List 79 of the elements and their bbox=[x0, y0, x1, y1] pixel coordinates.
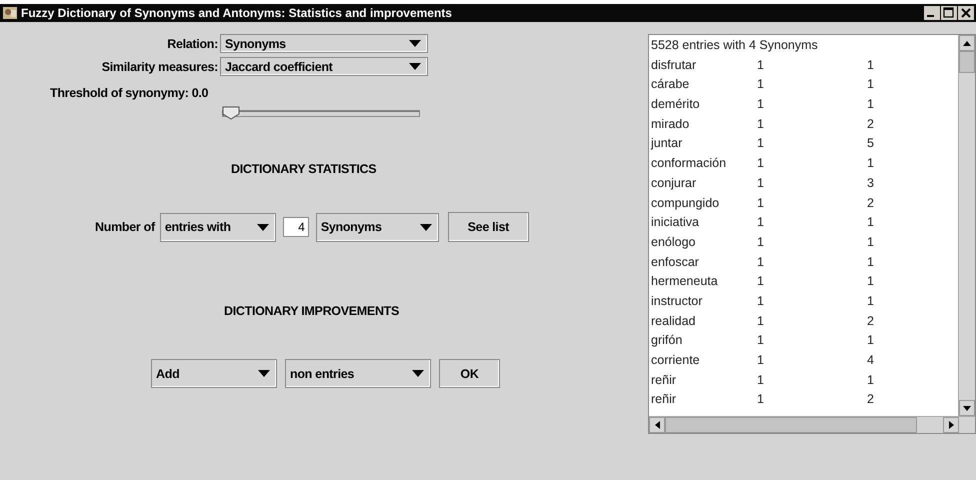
window-title: Fuzzy Dictionary of Synonyms and Antonyms: Statistics and improvements bbox=[21, 6, 453, 20]
minimize-icon[interactable] bbox=[924, 6, 940, 20]
similarity-label: Similarity measures: bbox=[102, 60, 218, 74]
count-cell-text: 2 bbox=[867, 194, 874, 212]
count-cell-text: 1 bbox=[757, 234, 765, 251]
count-cell-text: 1 bbox=[867, 96, 874, 114]
word-cell-text: iniciativa bbox=[651, 214, 700, 232]
count-cell-text: 1 bbox=[757, 155, 765, 172]
slider-thumb[interactable] bbox=[222, 106, 240, 120]
close-icon[interactable] bbox=[958, 6, 974, 20]
word-cell-text: cárabe bbox=[651, 76, 690, 94]
count-cell-text: 1 bbox=[757, 292, 765, 310]
word-cell-text: disfrutar bbox=[651, 56, 698, 74]
action-dropdown[interactable]: Add bbox=[151, 359, 277, 388]
count-field[interactable]: 4 bbox=[282, 217, 309, 237]
threshold-label: Threshold of synonymy: 0.0 bbox=[50, 86, 208, 100]
word-cell-text: enólogo bbox=[651, 234, 696, 251]
count-cell-text: 1 bbox=[757, 174, 765, 192]
count-cell-text: 1 bbox=[757, 135, 765, 152]
count-cell-text: 1 bbox=[757, 312, 765, 330]
count-cell-text: 2 bbox=[867, 391, 874, 408]
count-cell-text: 1 bbox=[757, 273, 765, 290]
count-cell-text: 1 bbox=[867, 292, 874, 310]
word-cell-text: mirado bbox=[651, 116, 690, 133]
count-cell-text: 1 bbox=[757, 391, 765, 408]
word-cell-text: demérito bbox=[651, 96, 701, 114]
count-cell-text: 1 bbox=[757, 56, 765, 74]
count-cell-text: 1 bbox=[757, 214, 765, 232]
word-cell-text: hermeneuta bbox=[651, 273, 719, 290]
word-cell-text: corriente bbox=[651, 352, 701, 369]
word-cell-text: compungido bbox=[651, 194, 720, 212]
count-cell-text: 1 bbox=[757, 372, 765, 389]
count-cell-text: 2 bbox=[867, 116, 874, 133]
section-heading: DICTIONARY IMPROVEMENTS bbox=[224, 304, 400, 318]
count-cell-text: 1 bbox=[867, 234, 874, 251]
word-cell-text: realidad bbox=[651, 312, 696, 330]
word-cell-text: enfoscar bbox=[651, 254, 700, 271]
word-cell-text: conjurar bbox=[651, 174, 698, 192]
target-dropdown[interactable]: non entries bbox=[285, 359, 431, 388]
count-cell-text: 1 bbox=[867, 76, 874, 94]
ok-button[interactable]: OK bbox=[439, 359, 500, 388]
list-header: 5528 entries with 4 Synonyms bbox=[651, 37, 819, 54]
maximize-icon[interactable] bbox=[941, 6, 957, 20]
relation-label: Relation: bbox=[167, 36, 218, 50]
word-cell-text: conformación bbox=[651, 155, 728, 172]
count-cell-text: 4 bbox=[867, 352, 874, 369]
count-cell-text: 1 bbox=[757, 116, 765, 133]
count-cell-text: 1 bbox=[867, 372, 874, 389]
count-cell-text: 1 bbox=[757, 332, 765, 350]
count-cell-text: 1 bbox=[867, 273, 874, 290]
count-cell-text: 1 bbox=[867, 56, 874, 74]
word-cell-text: grifón bbox=[651, 332, 684, 350]
horizontal-scrollbar[interactable] bbox=[649, 416, 975, 433]
mode-dropdown[interactable]: entries with bbox=[160, 212, 276, 242]
relation-type-dropdown[interactable]: Synonyms bbox=[316, 212, 439, 242]
count-cell-text: 3 bbox=[867, 174, 874, 192]
count-cell-text: 5 bbox=[867, 135, 874, 152]
count-cell-text: 1 bbox=[757, 76, 765, 94]
similarity-dropdown[interactable]: Jaccard coefficient bbox=[220, 57, 428, 76]
word-cell-text: instructor bbox=[651, 292, 704, 310]
section-heading: DICTIONARY STATISTICS bbox=[231, 162, 376, 176]
relation-dropdown[interactable]: Synonyms bbox=[220, 34, 428, 53]
count-cell-text: 1 bbox=[757, 194, 765, 212]
count-cell-text: 1 bbox=[867, 214, 874, 232]
threshold-slider[interactable] bbox=[222, 106, 420, 122]
see-list-button[interactable]: See list bbox=[448, 212, 529, 242]
word-cell-text: juntar bbox=[651, 135, 684, 152]
vertical-scrollbar[interactable] bbox=[958, 35, 975, 416]
count-cell-text: 1 bbox=[757, 254, 765, 271]
count-cell-text: 2 bbox=[867, 312, 874, 330]
number-label: Number of bbox=[95, 220, 155, 234]
count-cell-text: 1 bbox=[757, 352, 765, 369]
word-cell-text: reñir bbox=[651, 391, 678, 408]
count-cell-text: 1 bbox=[867, 254, 874, 271]
count-cell-text: 1 bbox=[757, 96, 765, 114]
count-cell-text: 1 bbox=[867, 155, 874, 172]
word-cell-text: reñir bbox=[651, 372, 678, 389]
count-cell-text: 1 bbox=[867, 332, 874, 350]
app-icon bbox=[2, 5, 18, 21]
